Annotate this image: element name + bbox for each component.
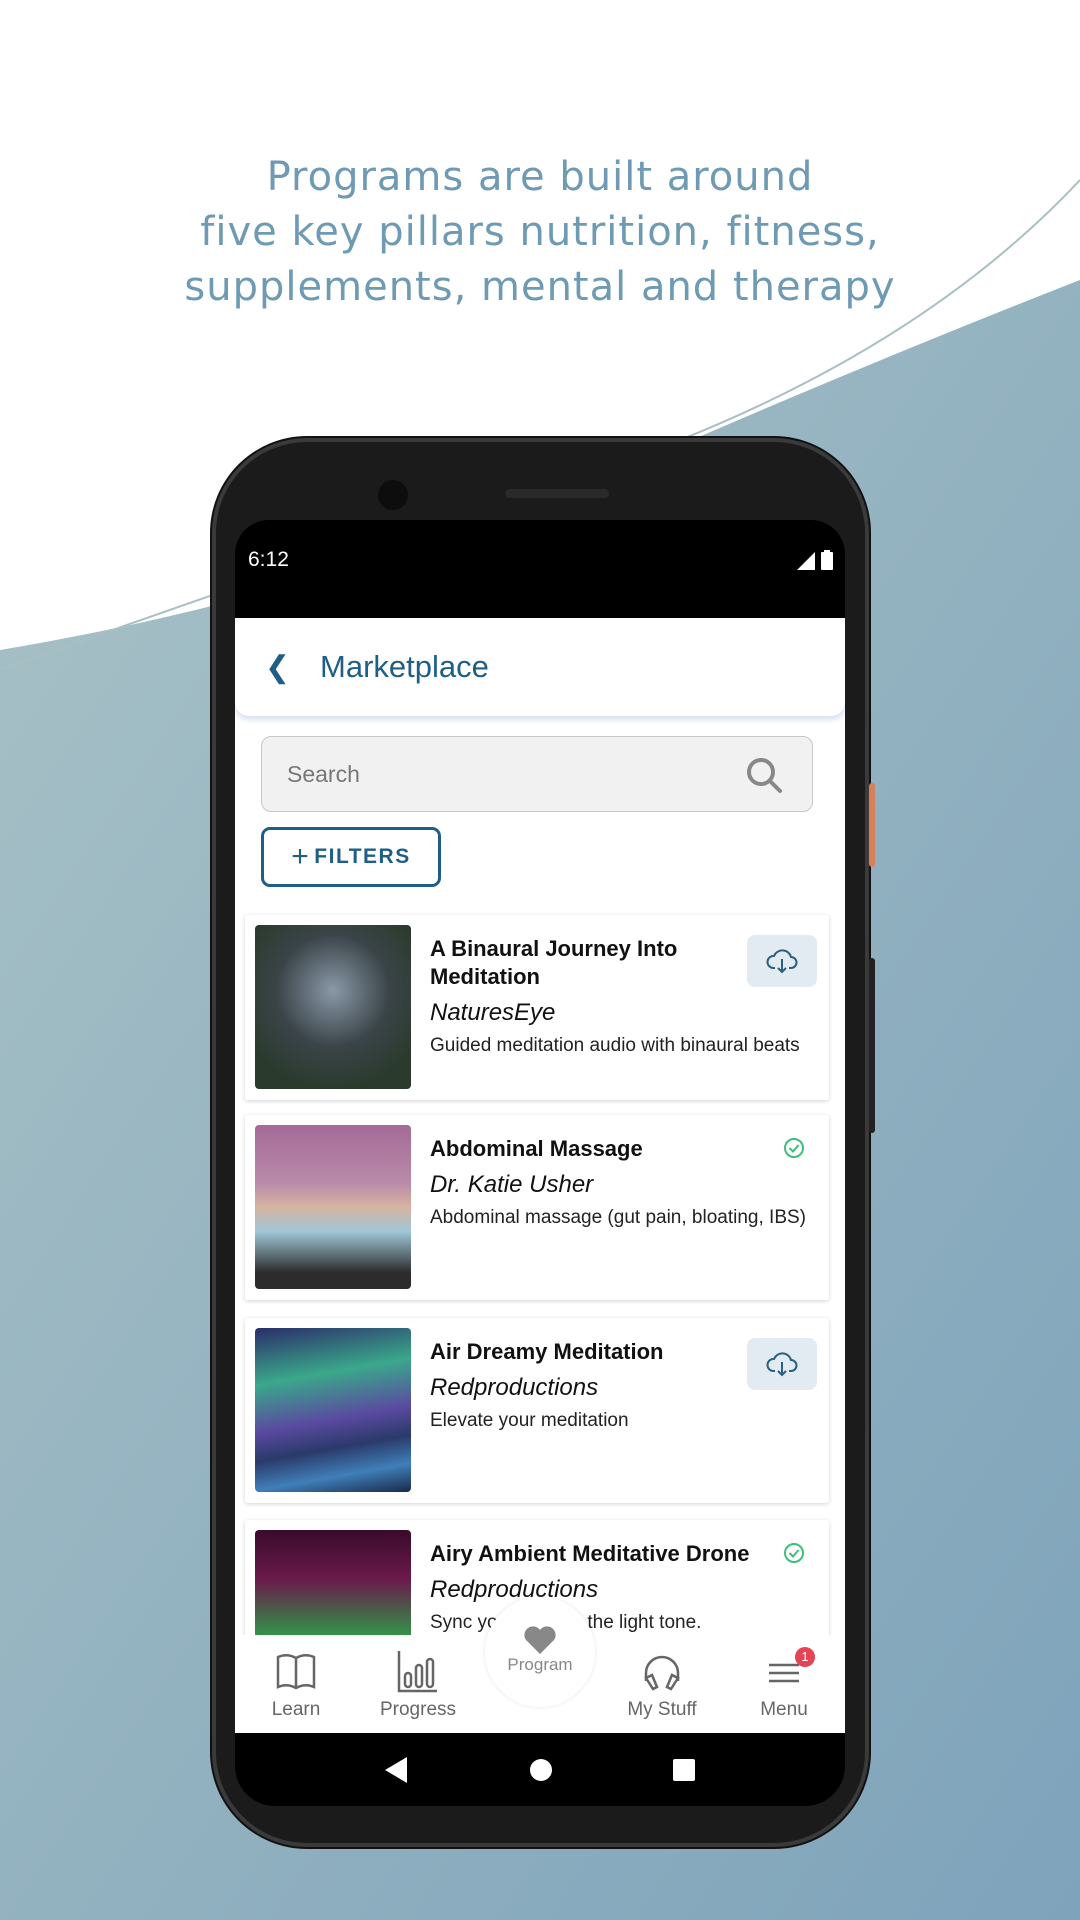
notification-badge: 1 — [795, 1647, 815, 1667]
status-time: 6:12 — [248, 548, 289, 571]
heart-icon — [524, 1626, 556, 1654]
item-author: NaturesEye — [430, 999, 556, 1026]
bottom-nav: Learn Progress My Stuff Menu 1 Program — [235, 1597, 845, 1733]
download-button[interactable] — [747, 1338, 817, 1390]
search-placeholder: Search — [287, 760, 360, 787]
thumbnail-image — [255, 1328, 411, 1492]
cloud-download-icon — [766, 949, 798, 974]
book-icon — [276, 1654, 316, 1690]
signal-icon — [797, 552, 815, 570]
item-title: A Binaural Journey Into Meditation — [430, 936, 678, 989]
headline-line: supplements, mental and therapy — [184, 264, 896, 310]
nav-label: Program — [507, 1655, 573, 1674]
bar-chart-icon — [397, 1651, 437, 1693]
item-description: Guided meditation audio with binaural be… — [430, 1035, 800, 1056]
nav-my-stuff[interactable]: My Stuff — [601, 1635, 723, 1733]
headline-line: five key pillars nutrition, fitness, — [200, 209, 880, 255]
phone-screen: 6:12 ❮ Marketplace Search + FILTERS A Bi… — [235, 520, 845, 1806]
speaker — [505, 489, 609, 498]
item-description: Elevate your meditation — [430, 1410, 629, 1431]
nav-learn[interactable]: Learn — [235, 1635, 357, 1733]
nav-label: Learn — [271, 1699, 321, 1720]
nav-label: Menu — [760, 1699, 808, 1720]
headphones-icon — [644, 1655, 680, 1691]
download-button[interactable] — [747, 935, 817, 987]
headline-line: Programs are built around — [266, 154, 814, 200]
app-header: ❮ Marketplace — [235, 618, 845, 716]
item-author: Redproductions — [430, 1374, 599, 1401]
android-nav-bar — [235, 1733, 845, 1806]
nav-progress[interactable]: Progress — [357, 1635, 479, 1733]
power-button — [869, 783, 875, 867]
thumbnail-image — [255, 925, 411, 1089]
recents-square-icon[interactable] — [673, 1758, 695, 1781]
nav-menu[interactable]: Menu 1 — [723, 1635, 845, 1733]
item-title: Airy Ambient Meditative Drone — [430, 1541, 750, 1566]
item-author: Dr. Katie Usher — [430, 1171, 594, 1198]
search-icon[interactable] — [744, 755, 784, 795]
chevron-left-icon[interactable]: ❮ — [265, 650, 320, 685]
item-title: Air Dreamy Meditation — [430, 1339, 664, 1364]
battery-icon — [821, 550, 833, 570]
plus-icon: + — [291, 840, 311, 873]
item-title: Abdominal Massage — [430, 1136, 643, 1161]
home-circle-icon[interactable] — [529, 1758, 553, 1782]
thumbnail-image — [255, 1125, 411, 1289]
item-author: Redproductions — [430, 1576, 599, 1603]
item-description: Abdominal massage (gut pain, bloating, I… — [430, 1207, 806, 1228]
nav-label: My Stuff — [627, 1699, 697, 1720]
check-circle-icon — [784, 1138, 804, 1158]
check-circle-icon — [784, 1543, 804, 1563]
nav-program[interactable]: Program — [485, 1597, 595, 1707]
filters-label: FILTERS — [314, 845, 411, 868]
list-item[interactable]: Air Dreamy Meditation Redproductions Ele… — [245, 1318, 829, 1503]
nav-label: Progress — [379, 1699, 457, 1720]
status-bar: 6:12 — [235, 520, 845, 618]
volume-button — [869, 958, 875, 1133]
filters-button[interactable]: + FILTERS — [261, 827, 441, 887]
list-item[interactable]: A Binaural Journey Into Meditation Natur… — [245, 915, 829, 1100]
search-input[interactable]: Search — [261, 736, 813, 812]
app-content: ❮ Marketplace Search + FILTERS A Binaura… — [235, 618, 845, 1733]
cloud-download-icon — [766, 1352, 798, 1377]
headline: Programs are built around five key pilla… — [0, 150, 1080, 315]
camera — [378, 480, 408, 510]
page-title: Marketplace — [320, 649, 489, 684]
back-triangle-icon[interactable] — [385, 1756, 409, 1783]
list-item[interactable]: Abdominal Massage Dr. Katie Usher Abdomi… — [245, 1115, 829, 1300]
